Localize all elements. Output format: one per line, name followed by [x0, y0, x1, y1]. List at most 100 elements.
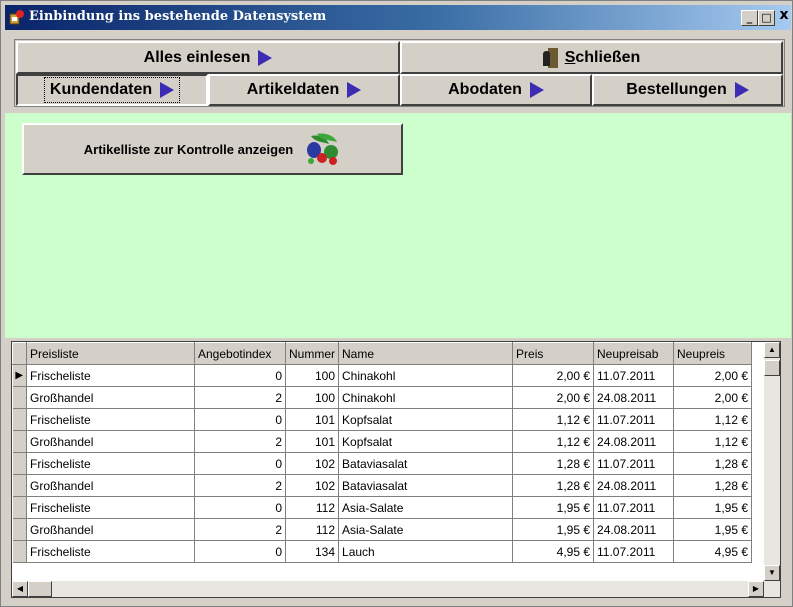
column-header-neupreis[interactable]: Neupreis — [673, 342, 753, 365]
cell-nummer[interactable]: 100 — [285, 386, 340, 409]
column-header-preisliste[interactable]: Preisliste — [26, 342, 195, 365]
cell-neupreisab[interactable]: 24.08.2011 — [593, 474, 675, 497]
cell-angebotindex[interactable]: 0 — [194, 496, 286, 519]
cell-name[interactable]: Asia-Salate — [338, 518, 514, 541]
row-selector[interactable]: ▶ — [12, 364, 27, 387]
cell-neupreis[interactable]: 1,28 € — [673, 452, 753, 475]
column-header-name[interactable]: Name — [338, 342, 514, 365]
cell-preis[interactable]: 2,00 € — [512, 386, 595, 409]
table-row[interactable]: Großhandel 2 102 Bataviasalat 1,28 €24.08.20… — [12, 474, 753, 497]
data-grid[interactable]: Preisliste Angebotindex Nummer Name Prei… — [11, 341, 781, 598]
cell-preisliste[interactable]: Frischeliste — [26, 452, 195, 475]
artikeldaten-button[interactable]: Artikeldaten — [208, 74, 400, 106]
cell-name[interactable]: Chinakohl — [338, 386, 514, 409]
cell-angebotindex[interactable]: 0 — [194, 408, 286, 431]
cell-preisliste[interactable]: Großhandel — [26, 430, 195, 453]
column-header-angebotindex[interactable]: Angebotindex — [194, 342, 286, 365]
cell-neupreisab[interactable]: 24.08.2011 — [593, 518, 675, 541]
cell-name[interactable]: Bataviasalat — [338, 474, 514, 497]
cell-neupreis[interactable]: 2,00 € — [673, 364, 753, 387]
row-selector[interactable] — [12, 408, 27, 431]
cell-neupreis[interactable]: 1,12 € — [673, 430, 753, 453]
cell-neupreis[interactable]: 1,12 € — [673, 408, 753, 431]
cell-preis[interactable]: 4,95 € — [512, 540, 595, 563]
cell-name[interactable]: Bataviasalat — [338, 452, 514, 475]
cell-nummer[interactable]: 100 — [285, 364, 340, 387]
minimize-button[interactable]: _ — [741, 10, 758, 26]
cell-angebotindex[interactable]: 2 — [194, 474, 286, 497]
scroll-right-icon[interactable]: ▶ — [748, 581, 764, 597]
table-row[interactable]: Frischeliste 0 101 Kopfsalat 1,12 €11.07.201… — [12, 408, 753, 431]
row-selector[interactable] — [12, 496, 27, 519]
cell-nummer[interactable]: 102 — [285, 452, 340, 475]
table-row[interactable]: Frischeliste 0 134 Lauch 4,95 €11.07.2011 4,9… — [12, 540, 753, 563]
cell-preisliste[interactable]: Frischeliste — [26, 496, 195, 519]
cell-name[interactable]: Kopfsalat — [338, 408, 514, 431]
cell-preis[interactable]: 1,28 € — [512, 474, 595, 497]
cell-neupreisab[interactable]: 11.07.2011 — [593, 540, 675, 563]
cell-preisliste[interactable]: Frischeliste — [26, 540, 195, 563]
cell-preis[interactable]: 1,95 € — [512, 496, 595, 519]
cell-preisliste[interactable]: Frischeliste — [26, 408, 195, 431]
cell-preisliste[interactable]: Großhandel — [26, 474, 195, 497]
cell-name[interactable]: Chinakohl — [338, 364, 514, 387]
column-header-preis[interactable]: Preis — [512, 342, 595, 365]
cell-nummer[interactable]: 112 — [285, 518, 340, 541]
row-selector[interactable] — [12, 386, 27, 409]
scroll-thumb[interactable] — [764, 360, 780, 376]
alles-einlesen-button[interactable]: Alles einlesen — [16, 41, 400, 74]
artikelliste-anzeigen-button[interactable]: Artikelliste zur Kontrolle anzeigen — [22, 123, 403, 175]
table-row[interactable]: Großhandel 2 100 Chinakohl 2,00 €24.08.2011 2… — [12, 386, 753, 409]
cell-neupreis[interactable]: 1,95 € — [673, 496, 753, 519]
cell-name[interactable]: Lauch — [338, 540, 514, 563]
cell-angebotindex[interactable]: 2 — [194, 386, 286, 409]
cell-preis[interactable]: 1,95 € — [512, 518, 595, 541]
horizontal-scrollbar[interactable]: ◀ ▶ — [12, 581, 764, 597]
cell-preis[interactable]: 1,28 € — [512, 452, 595, 475]
cell-neupreisab[interactable]: 24.08.2011 — [593, 386, 675, 409]
cell-neupreisab[interactable]: 11.07.2011 — [593, 452, 675, 475]
cell-neupreis[interactable]: 4,95 € — [673, 540, 753, 563]
cell-neupreisab[interactable]: 11.07.2011 — [593, 408, 675, 431]
cell-preis[interactable]: 2,00 € — [512, 364, 595, 387]
row-selector[interactable] — [12, 474, 27, 497]
table-row[interactable]: ▶ Frischeliste 0 100 Chinakohl 2,00 €11.07.20… — [12, 364, 753, 387]
kundendaten-button[interactable]: Kundendaten — [16, 74, 208, 106]
cell-neupreis[interactable]: 1,95 € — [673, 518, 753, 541]
title-bar[interactable]: Einbindung ins bestehende Datensystem _ … — [5, 5, 791, 30]
cell-nummer[interactable]: 101 — [285, 430, 340, 453]
maximize-button[interactable]: □ — [758, 10, 775, 26]
cell-angebotindex[interactable]: 0 — [194, 540, 286, 563]
table-row[interactable]: Großhandel 2 112 Asia-Salate 1,95 €24.08.201… — [12, 518, 753, 541]
cell-angebotindex[interactable]: 2 — [194, 430, 286, 453]
cell-nummer[interactable]: 112 — [285, 496, 340, 519]
row-selector[interactable] — [12, 430, 27, 453]
cell-preisliste[interactable]: Großhandel — [26, 518, 195, 541]
cell-angebotindex[interactable]: 0 — [194, 364, 286, 387]
cell-angebotindex[interactable]: 2 — [194, 518, 286, 541]
cell-neupreis[interactable]: 1,28 € — [673, 474, 753, 497]
column-header-neupreisab[interactable]: Neupreisab — [593, 342, 675, 365]
cell-name[interactable]: Kopfsalat — [338, 430, 514, 453]
cell-preisliste[interactable]: Frischeliste — [26, 364, 195, 387]
hscroll-thumb[interactable] — [28, 581, 52, 597]
abodaten-button[interactable]: Abodaten — [400, 74, 592, 106]
row-selector[interactable] — [12, 452, 27, 475]
cell-preis[interactable]: 1,12 € — [512, 408, 595, 431]
close-button[interactable]: x — [777, 8, 791, 25]
table-row[interactable]: Frischeliste 0 112 Asia-Salate 1,95 €11.07.2… — [12, 496, 753, 519]
table-row[interactable]: Frischeliste 0 102 Bataviasalat 1,28 €11.07.… — [12, 452, 753, 475]
vertical-scrollbar[interactable]: ▲ ▼ — [764, 342, 780, 597]
bestellungen-button[interactable]: Bestellungen — [592, 74, 783, 106]
cell-name[interactable]: Asia-Salate — [338, 496, 514, 519]
scroll-up-icon[interactable]: ▲ — [764, 342, 780, 358]
schliessen-button[interactable]: Schließen — [400, 41, 783, 74]
table-row[interactable]: Großhandel 2 101 Kopfsalat 1,12 €24.08.2011 1… — [12, 430, 753, 453]
row-selector[interactable] — [12, 518, 27, 541]
cell-neupreisab[interactable]: 24.08.2011 — [593, 430, 675, 453]
cell-neupreisab[interactable]: 11.07.2011 — [593, 496, 675, 519]
column-header-nummer[interactable]: Nummer — [284, 342, 340, 365]
cell-preis[interactable]: 1,12 € — [512, 430, 595, 453]
cell-nummer[interactable]: 101 — [285, 408, 340, 431]
cell-angebotindex[interactable]: 0 — [194, 452, 286, 475]
